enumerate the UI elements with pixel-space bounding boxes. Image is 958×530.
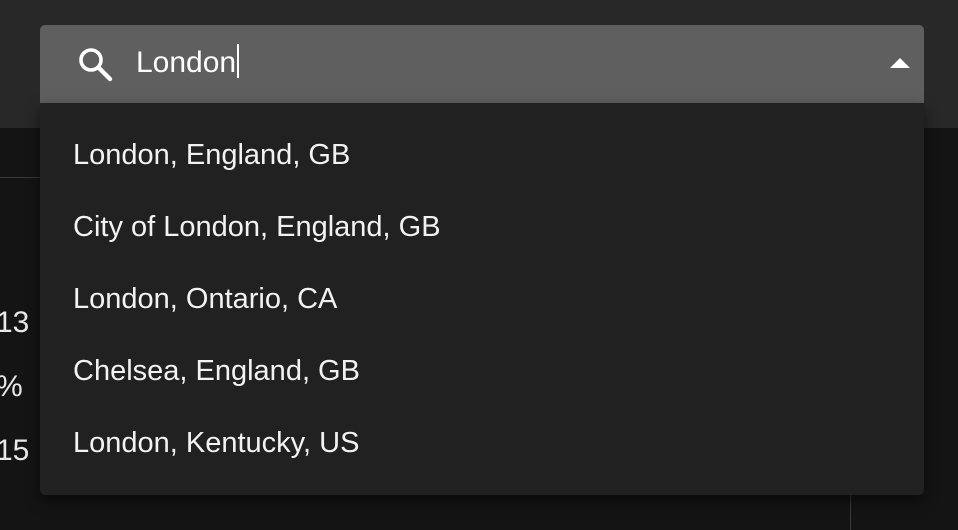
- search-icon: [76, 45, 116, 85]
- suggestion-item[interactable]: London, Ontario, CA: [40, 263, 924, 335]
- suggestion-list: London, England, GB City of London, Engl…: [40, 103, 924, 495]
- text-cursor: [237, 44, 240, 78]
- background-value: 13: [0, 306, 30, 339]
- dropdown-toggle-button[interactable]: [884, 50, 916, 76]
- suggestion-item[interactable]: City of London, England, GB: [40, 191, 924, 263]
- suggestion-item[interactable]: Chelsea, England, GB: [40, 335, 924, 407]
- suggestion-item[interactable]: London, Kentucky, US: [40, 407, 924, 479]
- suggestion-item[interactable]: London, England, GB: [40, 119, 924, 191]
- search-input-value: London: [136, 46, 237, 79]
- background-value: 15: [0, 434, 30, 467]
- background-value: %: [0, 369, 23, 405]
- search-input[interactable]: London: [136, 40, 836, 86]
- triangle-up-icon: [890, 58, 910, 68]
